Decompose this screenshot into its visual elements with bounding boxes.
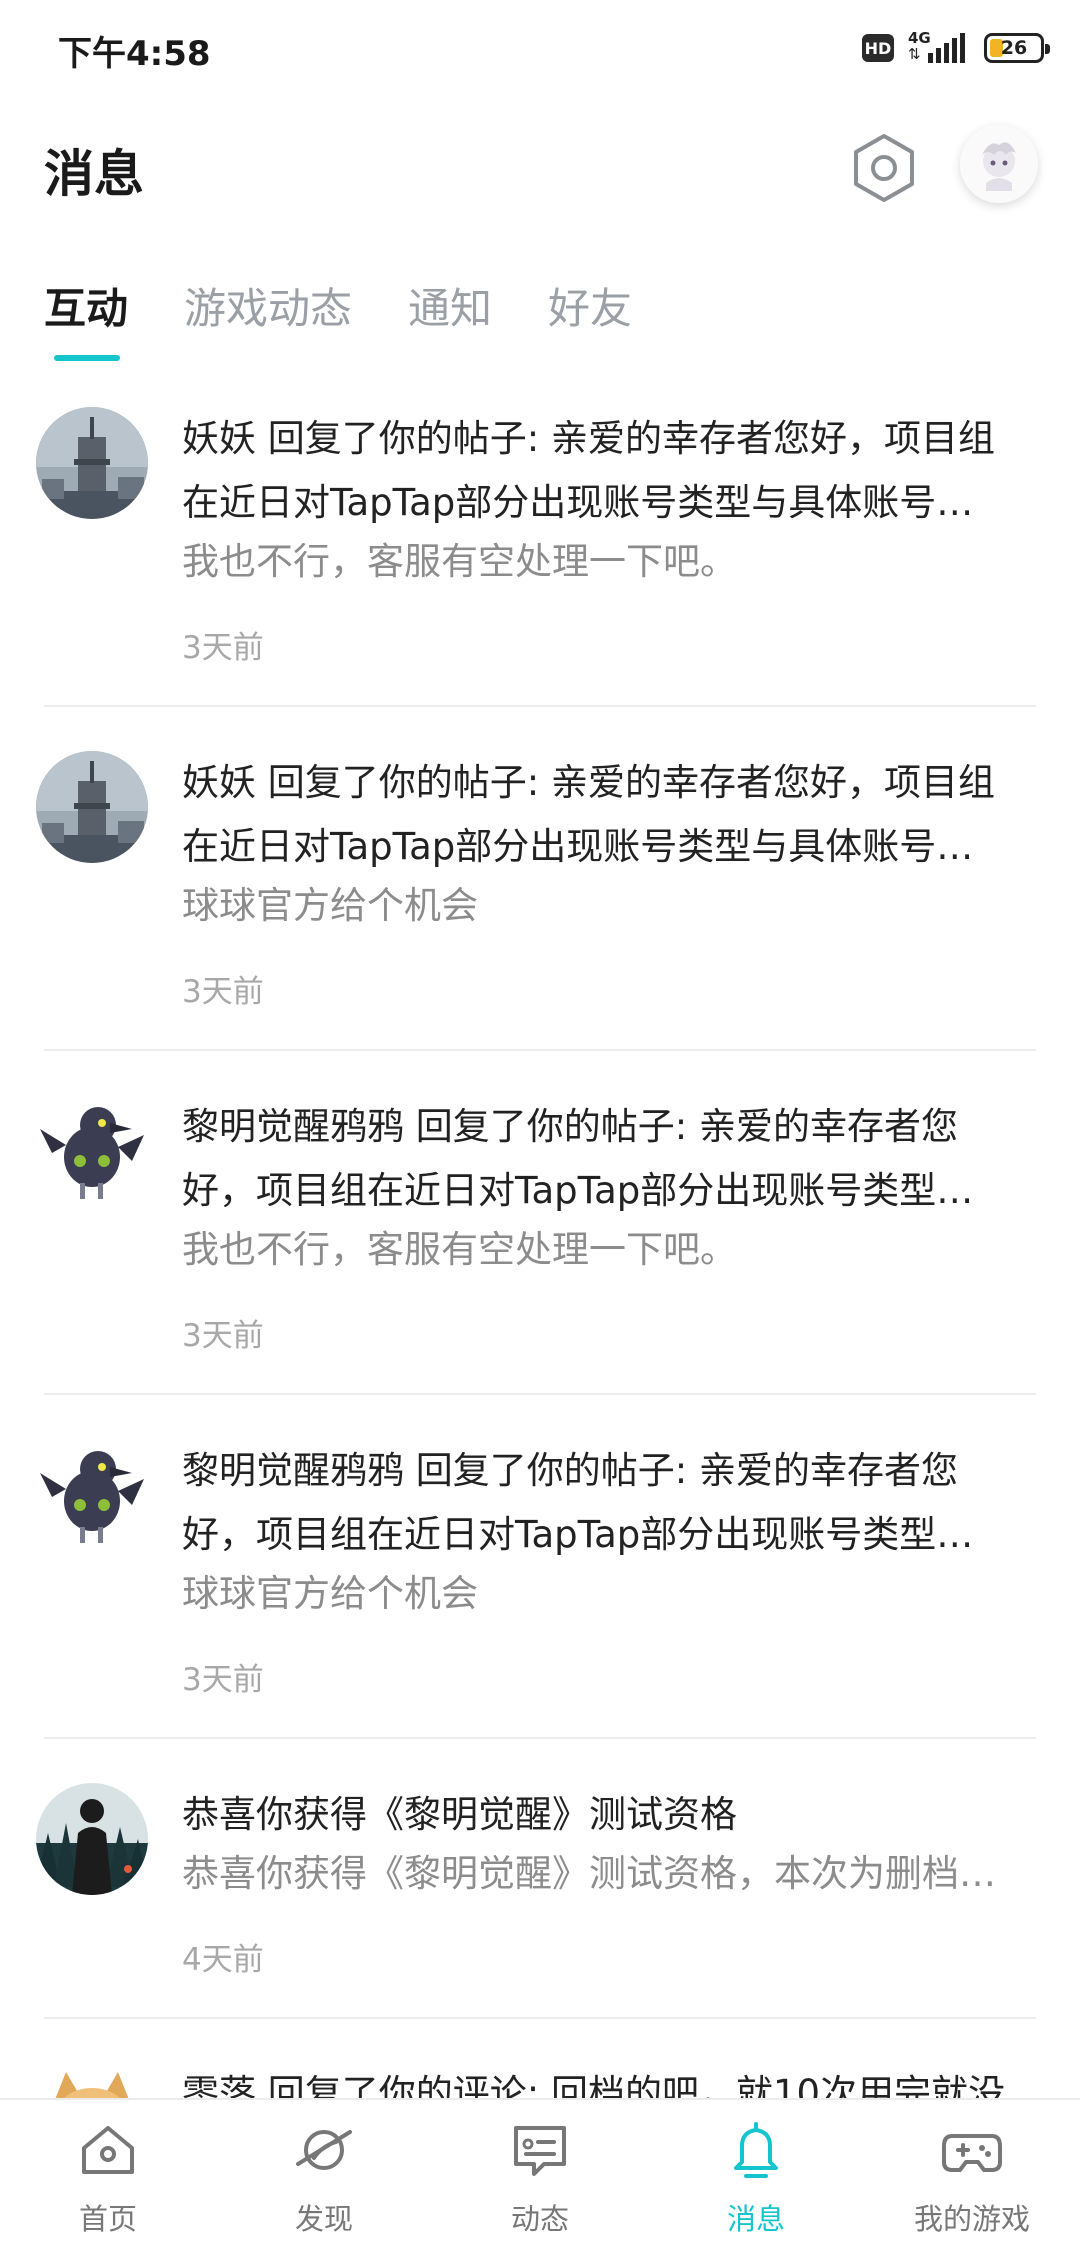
- message-time: 3天前: [182, 630, 264, 666]
- divider: [44, 1049, 1036, 1051]
- avatar: [36, 1783, 148, 1895]
- message-time: 4天前: [182, 1942, 264, 1978]
- status-bar: 下午4:58 HD 4G ⇅ 26: [0, 0, 1080, 96]
- status-time: 下午4:58: [58, 34, 211, 74]
- message-card-icon: [514, 2126, 566, 2176]
- tab-label: 通知: [408, 284, 493, 333]
- data-arrows-icon: ⇅: [908, 45, 921, 63]
- avatar: [36, 407, 148, 519]
- divider: [44, 1737, 1036, 1739]
- list-item[interactable]: 黎明觉醒鸦鸦 回复了你的帖子: 亲爱的幸存者您好，项目组在近日对TapTap部分…: [0, 1427, 1080, 1737]
- tab-game-news[interactable]: 游戏动态: [184, 275, 352, 355]
- nav-label: 首页: [78, 2202, 137, 2236]
- tab-bar: 互动 游戏动态 通知 好友: [44, 275, 632, 361]
- avatar: [36, 1439, 148, 1551]
- bell-icon: [734, 2122, 778, 2178]
- list-item[interactable]: 妖妖 回复了你的帖子: 亲爱的幸存者您好，项目组在近日对TapTap部分出现账号…: [0, 739, 1080, 1049]
- message-time: 3天前: [182, 1318, 264, 1354]
- user-avatar-button[interactable]: [960, 125, 1038, 203]
- gamepad-icon: [942, 2134, 1002, 2172]
- hd-icon: HD: [862, 34, 894, 62]
- nav-label: 消息: [726, 2202, 785, 2236]
- nav-discover[interactable]: 发现: [216, 2100, 432, 2250]
- page-title: 消息: [44, 145, 144, 203]
- message-title: 黎明觉醒鸦鸦 回复了你的帖子: 亲爱的幸存者您好，项目组在近日对TapTap部分…: [182, 1449, 974, 1556]
- list-item[interactable]: 妖妖 回复了你的帖子: 亲爱的幸存者您好，项目组在近日对TapTap部分出现账号…: [0, 395, 1080, 705]
- list-item[interactable]: 黎明觉醒鸦鸦 回复了你的帖子: 亲爱的幸存者您好，项目组在近日对TapTap部分…: [0, 1083, 1080, 1393]
- message-time: 3天前: [182, 1662, 264, 1698]
- nav-messages[interactable]: 消息: [648, 2100, 864, 2250]
- nav-my-games[interactable]: 我的游戏: [864, 2100, 1080, 2250]
- tab-notifications[interactable]: 通知: [408, 275, 492, 355]
- active-tab-indicator: [54, 355, 120, 361]
- list-item[interactable]: 恭喜你获得《黎明觉醒》测试资格 恭喜你获得《黎明觉醒》测试资格，本次为删档… 4…: [0, 1771, 1080, 2016]
- divider: [44, 705, 1036, 707]
- user-avatar: [960, 125, 1038, 203]
- hexagon-settings-icon: [854, 134, 914, 202]
- nav-feed[interactable]: 动态: [432, 2100, 648, 2250]
- message-preview: 我也不行，客服有空处理一下吧。: [182, 1228, 737, 1271]
- tab-label: 游戏动态: [184, 284, 353, 333]
- nav-label: 发现: [294, 2202, 353, 2236]
- status-icons: HD 4G ⇅ 26: [862, 28, 1050, 68]
- planet-icon: [296, 2130, 352, 2170]
- divider: [44, 2017, 1036, 2019]
- message-title: 恭喜你获得《黎明觉醒》测试资格: [182, 1793, 737, 1836]
- nav-home[interactable]: 首页: [0, 2100, 216, 2250]
- message-preview: 球球官方给个机会: [182, 1572, 478, 1615]
- avatar: [36, 1095, 148, 1207]
- settings-button[interactable]: [846, 130, 922, 206]
- nav-label: 我的游戏: [913, 2202, 1030, 2236]
- message-time: 3天前: [182, 974, 264, 1010]
- tab-label: 互动: [44, 284, 129, 333]
- message-preview: 恭喜你获得《黎明觉醒》测试资格，本次为删档…: [182, 1852, 996, 1895]
- avatar: [36, 751, 148, 863]
- signal-icon: 4G ⇅: [908, 29, 970, 67]
- message-title: 黎明觉醒鸦鸦 回复了你的帖子: 亲爱的幸存者您好，项目组在近日对TapTap部分…: [182, 1105, 974, 1212]
- tab-interaction[interactable]: 互动: [44, 275, 129, 361]
- battery-icon: 26: [984, 33, 1050, 63]
- tab-friends[interactable]: 好友: [548, 275, 632, 355]
- message-preview: 球球官方给个机会: [182, 884, 478, 927]
- message-preview: 我也不行，客服有空处理一下吧。: [182, 540, 737, 583]
- nav-label: 动态: [510, 2202, 569, 2236]
- home-icon: [82, 2126, 134, 2174]
- message-title: 妖妖 回复了你的帖子: 亲爱的幸存者您好，项目组在近日对TapTap部分出现账号…: [182, 761, 995, 868]
- battery-level: 26: [1000, 37, 1028, 59]
- message-title: 妖妖 回复了你的帖子: 亲爱的幸存者您好，项目组在近日对TapTap部分出现账号…: [182, 417, 995, 524]
- bottom-nav: 首页 发现 动态 消息 我的游戏: [0, 2098, 1080, 2250]
- divider: [44, 1393, 1036, 1395]
- tab-label: 好友: [548, 284, 633, 333]
